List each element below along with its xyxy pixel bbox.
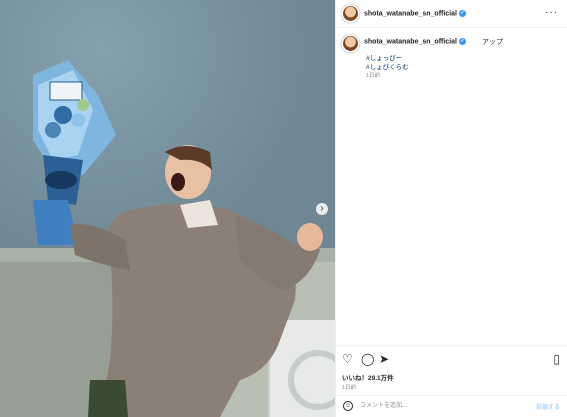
hashtag-link[interactable]: #しょぴくらむ	[366, 61, 409, 71]
likes-count[interactable]: いいね！29.1万件	[342, 372, 394, 382]
chevron-right-icon: ›	[320, 203, 324, 214]
more-options-icon[interactable]: ···	[545, 7, 558, 18]
caption-text: アップ	[482, 39, 503, 46]
post-comment-button[interactable]: 投稿する	[536, 402, 560, 411]
caption-username[interactable]: shota_watanabe_sn_official ✓	[364, 38, 466, 45]
header-username[interactable]: shota_watanabe_sn_official ✓	[364, 10, 466, 17]
caption-username-text[interactable]: shota_watanabe_sn_official	[364, 38, 457, 45]
heart-icon[interactable]: ♡	[342, 352, 353, 366]
verified-badge-icon: ✓	[458, 10, 466, 17]
person-figure	[70, 145, 323, 417]
post-actions: ♡ ◯ ➤ ▯ いいね！29.1万件 1日前	[336, 345, 567, 395]
comment-bar: ☺ 投稿する	[336, 395, 567, 417]
post-photo[interactable]: ›	[0, 0, 335, 417]
comment-input[interactable]	[360, 400, 510, 412]
caption-timestamp: 1日前	[366, 73, 381, 79]
avatar[interactable]	[343, 6, 358, 21]
caption-avatar[interactable]	[343, 36, 358, 51]
smiley-icon[interactable]: ☺	[343, 401, 353, 411]
post-header: shota_watanabe_sn_official ✓ ···	[336, 0, 567, 28]
verified-badge-icon: ✓	[458, 38, 466, 45]
bookmark-icon[interactable]: ▯	[553, 352, 560, 366]
next-image-button[interactable]: ›	[316, 203, 328, 215]
comment-icon[interactable]: ◯	[361, 352, 374, 366]
share-icon[interactable]: ➤	[379, 352, 389, 366]
header-username-text[interactable]: shota_watanabe_sn_official	[364, 10, 457, 17]
post-date: 1日前	[342, 385, 357, 391]
post-side-panel: shota_watanabe_sn_official ✓ ··· shota_wa…	[335, 0, 567, 417]
